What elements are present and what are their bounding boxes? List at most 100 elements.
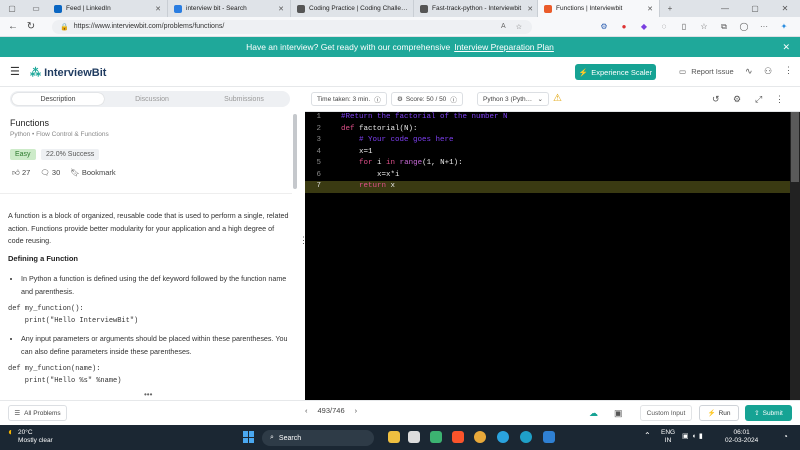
tab-fast-track-python[interactable]: Fast-track-python - Interviewbit ✕ (414, 0, 538, 17)
start-icon[interactable] (243, 431, 255, 443)
code-text[interactable]: #Return the factorial of the number N (329, 112, 508, 124)
vscode-icon[interactable] (543, 431, 555, 443)
tab-search[interactable]: interview bit - Search ✕ (168, 0, 291, 17)
experience-scaler-button[interactable]: ⚡ Experience Scaler (575, 64, 656, 80)
favorites-icon[interactable]: ☆ (696, 21, 712, 33)
code-text[interactable]: x=x*i (329, 170, 400, 182)
tab-coding-practice[interactable]: Coding Practice | Coding Challe… ✕ (291, 0, 414, 17)
tab-discussion[interactable]: Discussion (106, 91, 198, 107)
code-line[interactable]: 2 def factorial(N): (305, 124, 800, 136)
tray-chevron-icon[interactable]: ⌃ (644, 431, 651, 440)
favorite-star-icon[interactable]: ☆ (516, 23, 522, 31)
cloud-icon[interactable]: ☁ (589, 408, 598, 419)
telegram-icon[interactable] (497, 431, 509, 443)
file-explorer-icon[interactable] (388, 431, 400, 443)
close-window-icon[interactable]: ✕ (772, 3, 798, 15)
report-issue-button[interactable]: ▭ Report Issue (679, 67, 734, 76)
notification-icon[interactable]: ◔ (783, 432, 788, 441)
refresh-icon[interactable]: ↻ (22, 21, 40, 32)
fullscreen-icon[interactable]: ⤢ (755, 94, 762, 105)
profile-icon[interactable]: ◯ (736, 21, 752, 33)
code-editor[interactable]: Time taken: 3 min. ⓘ ⚙ Score: 50 / 50 ⓘ … (305, 87, 800, 400)
run-button[interactable]: ⚡ Run (699, 405, 739, 421)
code-line[interactable]: 1 #Return the factorial of the number N (305, 112, 800, 124)
info-icon[interactable]: ⓘ (450, 94, 457, 104)
clock[interactable]: 06:01 02-03-2024 (725, 429, 758, 445)
close-tab-icon[interactable]: ✕ (641, 5, 653, 13)
scrollbar[interactable] (293, 114, 297, 189)
weather-widget[interactable]: ◐ 20°C Mostly clear (8, 428, 53, 445)
code-text[interactable]: # Your code goes here (329, 135, 454, 147)
difficulty-badge: Easy (10, 149, 36, 160)
bookmark-button[interactable]: 🔖︎ Bookmark (70, 168, 115, 178)
copilot-icon[interactable]: ✦ (776, 21, 792, 33)
extension-icon[interactable]: ⚙ (596, 21, 612, 33)
like-button[interactable]: 👍︎ 27 (12, 168, 30, 178)
close-icon[interactable]: ✕ (782, 42, 790, 53)
collections-icon[interactable]: ⧉ (716, 21, 732, 33)
hamburger-menu-icon[interactable]: ☰ (10, 65, 20, 78)
settings-icon[interactable]: ⚙ (733, 94, 741, 105)
more-menu-icon[interactable]: ··· (756, 21, 772, 33)
tab-actions-icon[interactable]: ▭ (26, 3, 46, 15)
user-icon[interactable]: ⚇ (764, 66, 772, 77)
code-token: x=x*i (377, 170, 400, 179)
code-text[interactable]: def factorial(N): (329, 124, 418, 136)
extension-icon[interactable]: ◌ (656, 21, 672, 33)
tab-functions[interactable]: Functions | Interviewbit ✕ (538, 0, 660, 17)
close-tab-icon[interactable]: ✕ (149, 5, 161, 13)
tab-submissions[interactable]: Submissions (198, 91, 290, 107)
code-text[interactable]: return x (329, 181, 395, 193)
reset-icon[interactable]: ↺ (712, 94, 720, 105)
browser-menu-icon[interactable]: ▢ (2, 3, 22, 15)
language-select[interactable]: Python 3 (Pyth… ⌄ (477, 92, 549, 106)
taskbar-search[interactable]: ⌕ Search (262, 430, 374, 446)
back-icon[interactable]: ← (4, 21, 22, 32)
interview-plan-link[interactable]: Interview Preparation Plan (454, 42, 554, 52)
app-icon[interactable] (430, 431, 442, 443)
language-indicator[interactable]: ENG IN (661, 429, 675, 445)
previous-icon[interactable]: ‹ (305, 406, 308, 415)
edge-icon[interactable] (520, 431, 532, 443)
code-line[interactable]: 3 # Your code goes here (305, 135, 800, 147)
read-aloud-icon[interactable]: A (501, 23, 506, 30)
warning-icon[interactable]: ⚠ (553, 93, 562, 104)
more-vertical-icon[interactable]: ⋮ (775, 94, 784, 105)
extension-icon[interactable]: ◆ (636, 21, 652, 33)
code-text[interactable]: x=1 (329, 147, 373, 159)
next-icon[interactable]: › (355, 406, 358, 415)
submit-button[interactable]: ⇪ Submit (745, 405, 792, 421)
brave-icon[interactable] (452, 431, 464, 443)
chrome-icon[interactable] (474, 431, 486, 443)
scroll-thumb[interactable] (791, 112, 799, 182)
url-field[interactable]: 🔒 https://www.interviewbit.com/problems/… (52, 19, 532, 34)
info-icon[interactable]: ⓘ (374, 94, 381, 104)
logo[interactable]: ⁂ InterviewBit (30, 66, 106, 79)
system-tray-icons[interactable]: ▣◖▮ (682, 432, 706, 440)
tab-description[interactable]: Description (12, 93, 104, 105)
extension-icon[interactable]: ● (616, 21, 632, 33)
maximize-icon[interactable]: ▢ (742, 3, 768, 15)
taskview-icon[interactable] (408, 431, 420, 443)
activity-icon[interactable]: ∿ (745, 66, 753, 77)
comments-button[interactable]: 🗨︎ 30 (40, 168, 60, 178)
all-problems-button[interactable]: ☰ All Problems (8, 405, 67, 421)
more-vertical-icon[interactable]: ⋮ (784, 65, 793, 76)
code-line[interactable]: 5 for i in range(1, N+1): (305, 158, 800, 170)
code-line[interactable]: 6 x=x*i (305, 170, 800, 182)
split-screen-icon[interactable]: ▯ (676, 21, 692, 33)
bookmark-icon: 🔖︎ (70, 168, 80, 177)
code-text[interactable]: for i in range(1, N+1): (329, 158, 463, 170)
minimize-icon[interactable]: — (712, 3, 738, 15)
terminal-icon[interactable]: ▣ (614, 408, 623, 419)
collapse-handle-icon[interactable]: ••• (144, 390, 152, 399)
custom-input-button[interactable]: Custom Input (640, 405, 692, 421)
tab-linkedin[interactable]: Feed | LinkedIn ✕ (48, 0, 168, 17)
editor-scrollbar[interactable] (790, 112, 800, 400)
close-tab-icon[interactable]: ✕ (521, 5, 533, 13)
new-tab-icon[interactable]: + (662, 3, 678, 15)
code-line[interactable]: 7 return x (305, 181, 800, 193)
code-line[interactable]: 4 x=1 (305, 147, 800, 159)
close-tab-icon[interactable]: ✕ (272, 5, 284, 13)
code-lines[interactable]: 1 #Return the factorial of the number N2d… (305, 112, 800, 193)
